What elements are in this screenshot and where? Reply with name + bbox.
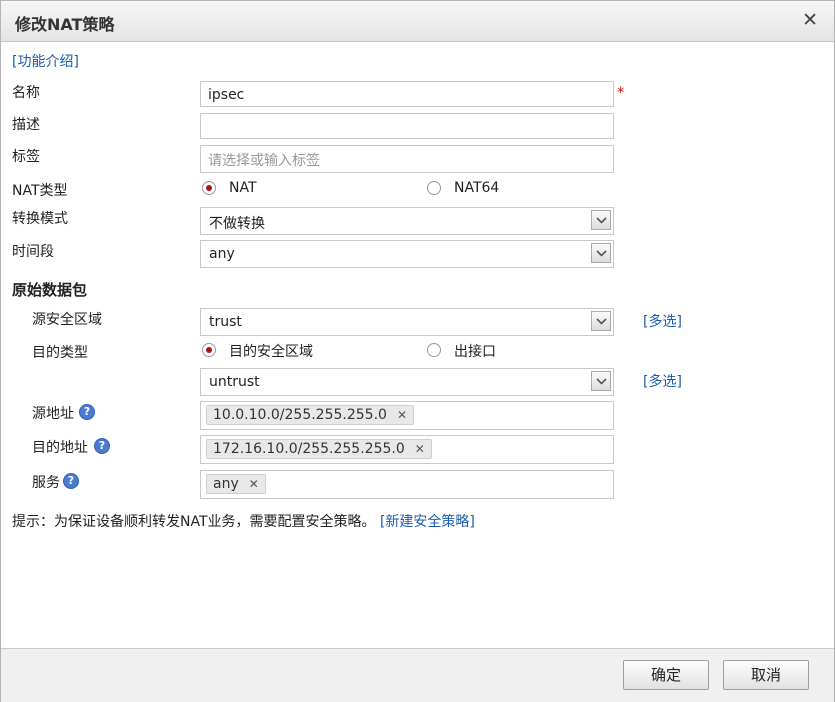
help-icon[interactable]: ? (79, 404, 95, 420)
edit-nat-policy-dialog: 修改NAT策略 ✕ [功能介绍] 名称 ipsec * 描述 标签 请选择或输入… (0, 0, 835, 702)
tags-label: 标签 (12, 149, 40, 165)
source-zone-select[interactable]: trust (200, 308, 614, 336)
name-field[interactable]: ipsec (200, 81, 614, 107)
ok-button[interactable]: 确定 (623, 660, 709, 690)
nat-type-radio-nat[interactable] (202, 181, 216, 195)
dialog-footer: 确定 取消 (1, 648, 834, 702)
tag-remove-icon[interactable]: ✕ (249, 477, 259, 491)
feature-intro-link[interactable]: [功能介绍] (12, 51, 79, 71)
description-label: 描述 (12, 117, 40, 133)
required-mark: * (617, 85, 624, 101)
name-label: 名称 (12, 85, 40, 101)
description-field[interactable] (200, 113, 614, 139)
dest-type-radio-zone[interactable] (202, 343, 216, 357)
original-packet-heading: 原始数据包 (12, 281, 88, 299)
source-address-label: 源地址 (32, 406, 74, 422)
tags-placeholder: 请选择或输入标签 (208, 153, 320, 169)
help-icon[interactable]: ? (94, 438, 110, 454)
nat-type-option-nat64: NAT64 (454, 180, 500, 196)
convert-mode-select[interactable]: 不做转换 (200, 207, 614, 235)
chevron-down-icon[interactable] (591, 311, 611, 331)
nat-type-label: NAT类型 (12, 183, 68, 199)
chevron-down-icon[interactable] (591, 371, 611, 391)
dest-address-label: 目的地址 (32, 440, 88, 456)
dest-type-radio-interface[interactable] (427, 343, 441, 357)
dest-zone-value: untrust (209, 374, 260, 390)
tags-field[interactable]: 请选择或输入标签 (200, 145, 614, 173)
time-range-label: 时间段 (12, 244, 54, 260)
nat-type-option-nat: NAT (229, 180, 257, 196)
name-value: ipsec (208, 87, 245, 103)
address-tag: 10.0.10.0/255.255.255.0 ✕ (206, 405, 414, 425)
address-tag-text: 10.0.10.0/255.255.255.0 (213, 407, 387, 423)
dest-address-field[interactable]: 172.16.10.0/255.255.255.0 ✕ (200, 435, 614, 464)
dest-type-label: 目的类型 (32, 345, 88, 361)
service-tag: any ✕ (206, 474, 266, 494)
dialog-title: 修改NAT策略 (15, 15, 115, 34)
dialog-titlebar: 修改NAT策略 ✕ (1, 1, 834, 42)
tag-remove-icon[interactable]: ✕ (415, 442, 425, 456)
dest-zone-multi-select-link[interactable]: [多选] (643, 371, 682, 391)
source-zone-value: trust (209, 314, 242, 330)
dest-type-option-zone: 目的安全区域 (229, 344, 313, 360)
service-field[interactable]: any ✕ (200, 470, 614, 499)
source-zone-multi-select-link[interactable]: [多选] (643, 311, 682, 331)
source-address-field[interactable]: 10.0.10.0/255.255.255.0 ✕ (200, 401, 614, 430)
time-range-select[interactable]: any (200, 240, 614, 268)
nat-type-radio-nat64[interactable] (427, 181, 441, 195)
chevron-down-icon[interactable] (591, 243, 611, 263)
help-icon[interactable]: ? (63, 473, 79, 489)
address-tag-text: 172.16.10.0/255.255.255.0 (213, 441, 405, 457)
tag-remove-icon[interactable]: ✕ (397, 408, 407, 422)
service-tag-text: any (213, 476, 239, 492)
source-zone-label: 源安全区域 (32, 312, 102, 328)
dest-type-option-interface: 出接口 (454, 344, 496, 360)
time-range-value: any (209, 246, 235, 262)
address-tag: 172.16.10.0/255.255.255.0 ✕ (206, 439, 432, 459)
cancel-button[interactable]: 取消 (723, 660, 809, 690)
service-label: 服务 (32, 475, 60, 491)
chevron-down-icon[interactable] (591, 210, 611, 230)
dest-zone-select[interactable]: untrust (200, 368, 614, 396)
close-icon[interactable]: ✕ (802, 9, 818, 31)
hint-message: 提示：为保证设备顺利转发NAT业务，需要配置安全策略。 (12, 514, 376, 530)
convert-mode-value: 不做转换 (209, 216, 265, 232)
hint-text: 提示：为保证设备顺利转发NAT业务，需要配置安全策略。 [新建安全策略] (12, 511, 475, 531)
new-security-policy-link[interactable]: [新建安全策略] (380, 514, 475, 530)
convert-mode-label: 转换模式 (12, 211, 68, 227)
